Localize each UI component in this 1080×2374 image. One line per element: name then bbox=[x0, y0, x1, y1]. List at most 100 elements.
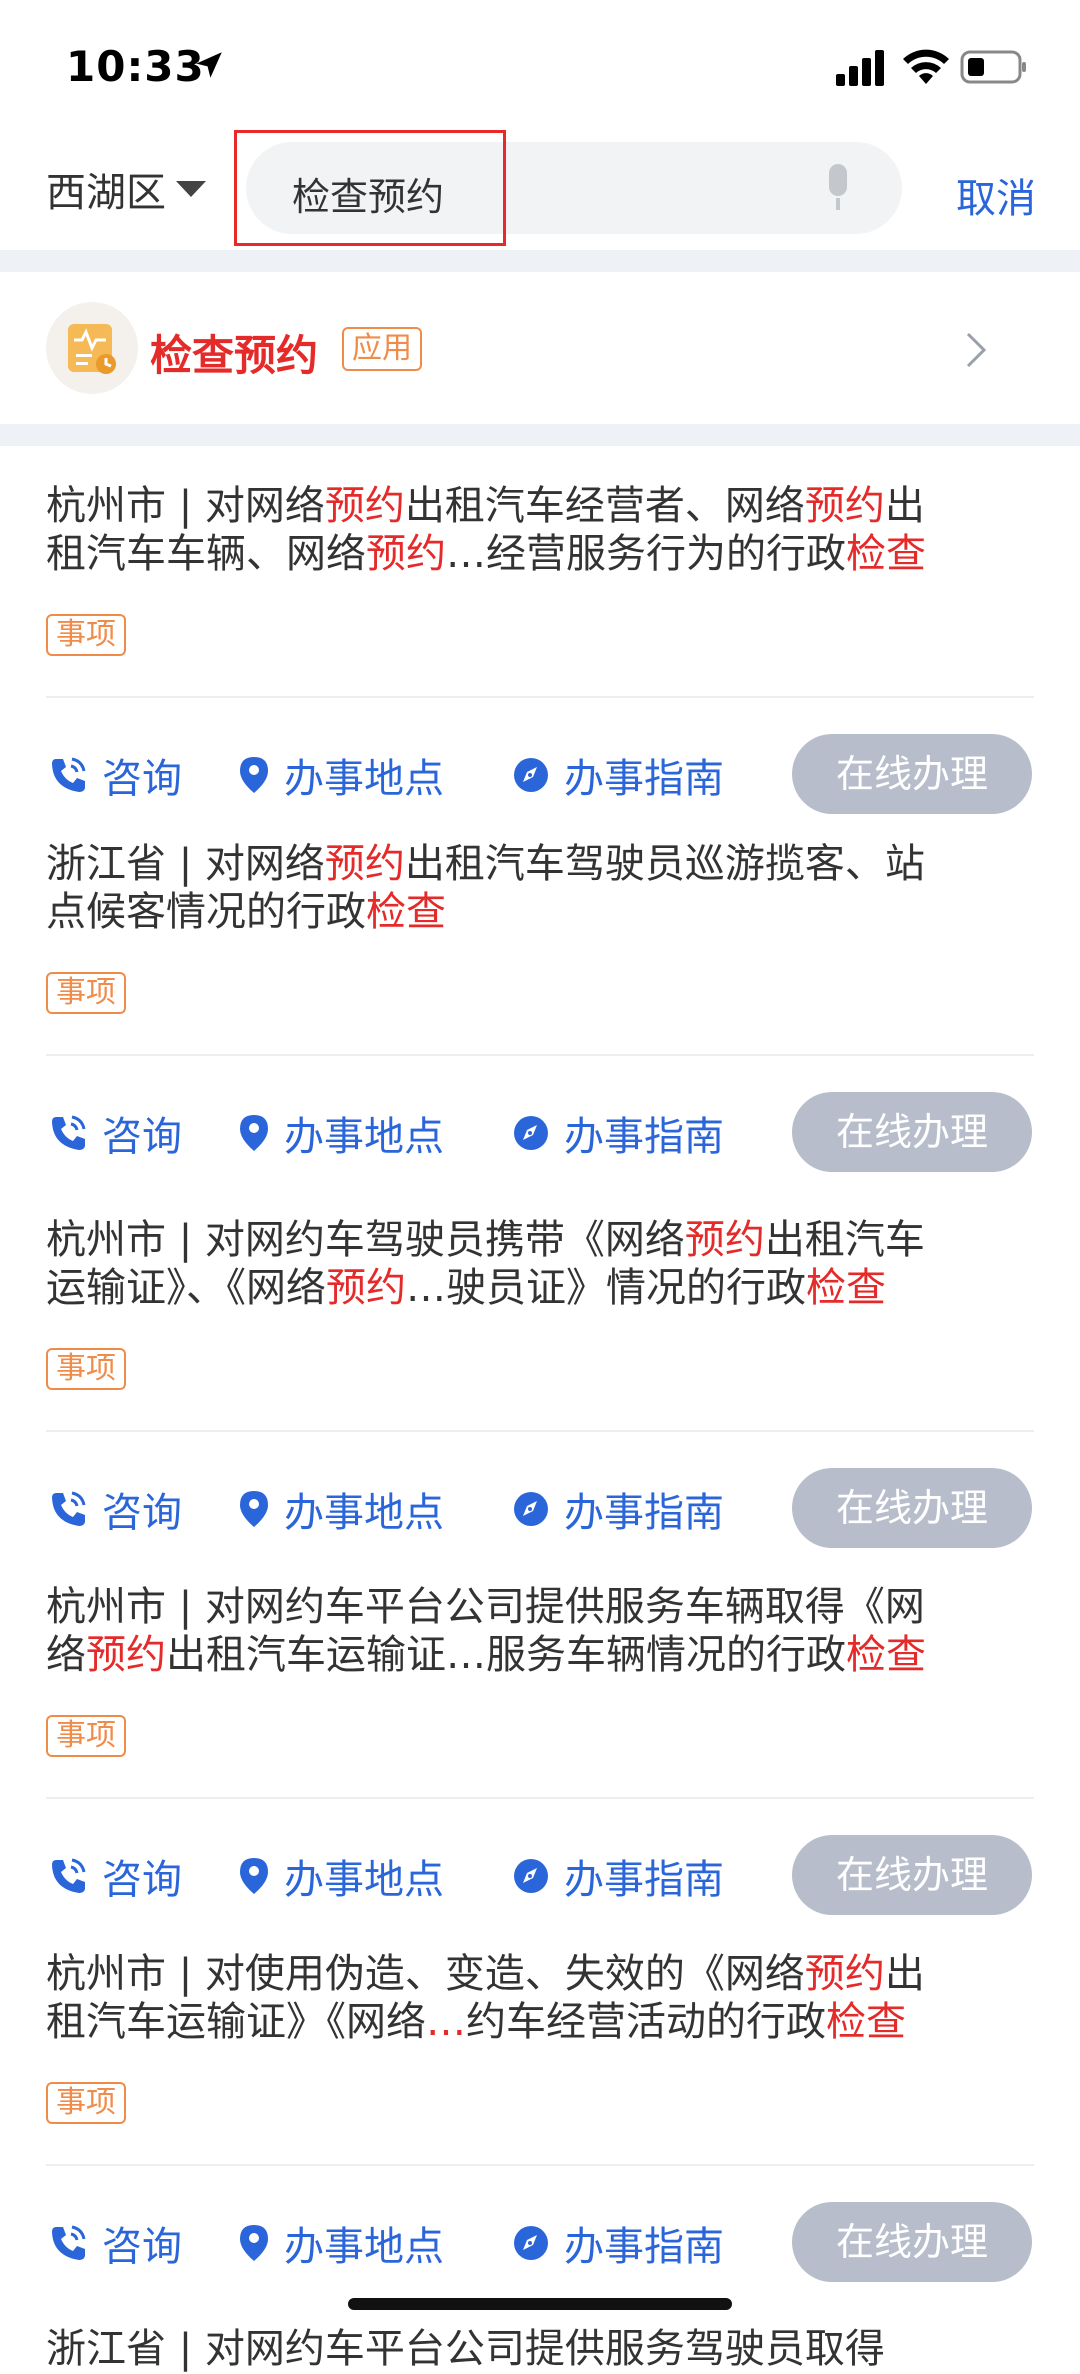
phone-icon bbox=[52, 1858, 86, 1893]
title-keyword-highlight: … bbox=[426, 1999, 466, 2045]
service-guide-label: 办事指南 bbox=[564, 756, 724, 802]
result-title-line: 杭州市 | 对网络预约出租汽车经营者、网络预约出 bbox=[46, 482, 1036, 530]
caret-down-icon bbox=[176, 181, 206, 197]
consult-label: 咨询 bbox=[102, 2224, 182, 2270]
compass-icon bbox=[514, 1492, 548, 1526]
result-title-line: 络预约出租汽车运输证…服务车辆情况的行政检查 bbox=[46, 1631, 1036, 1679]
consult-label: 咨询 bbox=[102, 1114, 182, 1160]
online-handle-button[interactable]: 在线办理 bbox=[792, 734, 1032, 814]
title-text: 出租汽车驾驶员巡游揽客、站 bbox=[404, 841, 925, 887]
result-title-line: 租汽车运输证》《网络…约车经营活动的行政检查 bbox=[46, 1998, 1036, 2046]
title-keyword-highlight: 预约 bbox=[804, 1951, 885, 1997]
service-guide-button[interactable]: 办事指南 bbox=[512, 746, 724, 804]
item-type-tag: 事项 bbox=[46, 1715, 126, 1757]
office-location-label: 办事地点 bbox=[284, 2224, 444, 2270]
divider bbox=[46, 696, 1034, 698]
battery-icon bbox=[960, 50, 1026, 84]
phone-icon bbox=[52, 1115, 86, 1150]
result-actions: 咨询 办事地点 办事指南 在线办理 bbox=[0, 734, 1080, 814]
consult-button[interactable]: 咨询 bbox=[48, 1847, 182, 1905]
cellular-signal-icon bbox=[836, 50, 884, 86]
result-title-line: 租汽车车辆、网络预约…经营服务行为的行政检查 bbox=[46, 530, 1036, 578]
region-label: 西湖区 bbox=[46, 170, 166, 216]
title-text: 杭州市 | 对网约车驾驶员携带《网络 bbox=[46, 1217, 685, 1263]
status-time: 10:33 bbox=[66, 42, 205, 91]
result-actions: 咨询 办事地点 办事指南 在线办理 bbox=[0, 2202, 1080, 2282]
status-bar: 10:33 bbox=[0, 0, 1080, 130]
consult-label: 咨询 bbox=[102, 1490, 182, 1536]
title-text: 杭州市 | 对网络 bbox=[46, 483, 325, 529]
service-guide-button[interactable]: 办事指南 bbox=[512, 2214, 724, 2272]
microphone-icon[interactable] bbox=[820, 162, 856, 214]
result-title[interactable]: 浙江省 | 对网络预约出租汽车驾驶员巡游揽客、站 点候客情况的行政检查 bbox=[46, 840, 1036, 936]
office-location-label: 办事地点 bbox=[284, 1490, 444, 1536]
office-location-button[interactable]: 办事地点 bbox=[238, 746, 444, 804]
service-guide-label: 办事指南 bbox=[564, 1857, 724, 1903]
item-type-tag: 事项 bbox=[46, 614, 126, 656]
title-text: 出 bbox=[884, 1951, 925, 1997]
result-title-line: 杭州市 | 对网约车驾驶员携带《网络预约出租汽车 bbox=[46, 1216, 1036, 1264]
search-header: 西湖区 检查预约 取消 bbox=[0, 130, 1080, 250]
title-text: 络 bbox=[46, 1632, 86, 1678]
service-guide-button[interactable]: 办事指南 bbox=[512, 1104, 724, 1162]
title-text: 约车经营活动的行政 bbox=[466, 1999, 826, 2045]
consult-button[interactable]: 咨询 bbox=[48, 2214, 182, 2272]
compass-icon bbox=[514, 758, 548, 792]
online-handle-button[interactable]: 在线办理 bbox=[792, 1092, 1032, 1172]
divider bbox=[46, 1797, 1034, 1799]
office-location-button[interactable]: 办事地点 bbox=[238, 1480, 444, 1538]
office-location-button[interactable]: 办事地点 bbox=[238, 1104, 444, 1162]
result-title-line: 杭州市 | 对使用伪造、变造、失效的《网络预约出 bbox=[46, 1950, 1036, 1998]
app-result-row[interactable]: 检查预约 应用 bbox=[0, 270, 1080, 430]
title-text: 浙江省 | 对网络 bbox=[46, 841, 325, 887]
section-separator bbox=[0, 424, 1080, 446]
cancel-button[interactable]: 取消 bbox=[956, 166, 1036, 224]
wifi-icon bbox=[903, 49, 949, 84]
consult-button[interactable]: 咨询 bbox=[48, 746, 182, 804]
title-keyword-highlight: 预约 bbox=[324, 483, 405, 529]
title-text: 点候客情况的行政 bbox=[46, 889, 366, 935]
result-actions: 咨询 办事地点 办事指南 在线办理 bbox=[0, 1468, 1080, 1548]
online-handle-button[interactable]: 在线办理 bbox=[792, 2202, 1032, 2282]
title-text: 杭州市 | 对网约车平台公司提供服务车辆取得《网 bbox=[46, 1584, 925, 1630]
office-location-button[interactable]: 办事地点 bbox=[238, 1847, 444, 1905]
result-title[interactable]: 杭州市 | 对使用伪造、变造、失效的《网络预约出 租汽车运输证》《网络…约车经营活… bbox=[46, 1950, 1036, 2046]
title-text: 租汽车车辆、网络 bbox=[46, 531, 366, 577]
result-title[interactable]: 杭州市 | 对网约车平台公司提供服务车辆取得《网 络预约出租汽车运输证…服务车辆情… bbox=[46, 1583, 1036, 1679]
online-handle-button[interactable]: 在线办理 bbox=[792, 1468, 1032, 1548]
consult-label: 咨询 bbox=[102, 756, 182, 802]
result-title[interactable]: 杭州市 | 对网络预约出租汽车经营者、网络预约出 租汽车车辆、网络预约…经营服务行… bbox=[46, 482, 1036, 578]
consult-button[interactable]: 咨询 bbox=[48, 1104, 182, 1162]
title-keyword-highlight: 检查 bbox=[846, 1632, 926, 1678]
consult-button[interactable]: 咨询 bbox=[48, 1480, 182, 1538]
result-title[interactable]: 杭州市 | 对网约车驾驶员携带《网络预约出租汽车 运输证》、《网络预约…驶员证》情… bbox=[46, 1216, 1036, 1312]
item-type-tag: 事项 bbox=[46, 2082, 126, 2124]
region-selector[interactable]: 西湖区 bbox=[46, 160, 206, 218]
title-text: 出租汽车运输证…服务车辆情况的行政 bbox=[166, 1632, 846, 1678]
title-keyword-highlight: 检查 bbox=[366, 889, 446, 935]
title-keyword-highlight: 检查 bbox=[826, 1999, 906, 2045]
divider bbox=[46, 1054, 1034, 1056]
online-handle-button[interactable]: 在线办理 bbox=[792, 1835, 1032, 1915]
item-type-tag: 事项 bbox=[46, 1348, 126, 1390]
location-pin-icon bbox=[240, 1115, 268, 1151]
search-highlight-box bbox=[234, 130, 506, 246]
title-text: 出租汽车经营者、网络 bbox=[404, 483, 805, 529]
title-keyword-highlight: 预约 bbox=[366, 531, 446, 577]
service-guide-label: 办事指南 bbox=[564, 1490, 724, 1536]
chevron-right-icon bbox=[966, 332, 987, 368]
location-arrow-icon bbox=[196, 52, 222, 78]
title-keyword-highlight: 预约 bbox=[326, 1265, 406, 1311]
service-guide-label: 办事指南 bbox=[564, 1114, 724, 1160]
result-title-line: 点候客情况的行政检查 bbox=[46, 888, 1036, 936]
service-guide-button[interactable]: 办事指南 bbox=[512, 1480, 724, 1538]
service-guide-button[interactable]: 办事指南 bbox=[512, 1847, 724, 1905]
divider bbox=[46, 2164, 1034, 2166]
title-text: 运输证》、《网络 bbox=[46, 1265, 326, 1311]
office-location-button[interactable]: 办事地点 bbox=[238, 2214, 444, 2272]
title-text: …经营服务行为的行政 bbox=[446, 531, 846, 577]
result-title-partial[interactable]: 浙江省 | 对网约车平台公司提供服务驾驶员取得 bbox=[46, 2316, 1036, 2374]
title-keyword-highlight: 预约 bbox=[804, 483, 885, 529]
result-title-line: 运输证》、《网络预约…驶员证》情况的行政检查 bbox=[46, 1264, 1036, 1312]
phone-icon bbox=[52, 1491, 86, 1526]
